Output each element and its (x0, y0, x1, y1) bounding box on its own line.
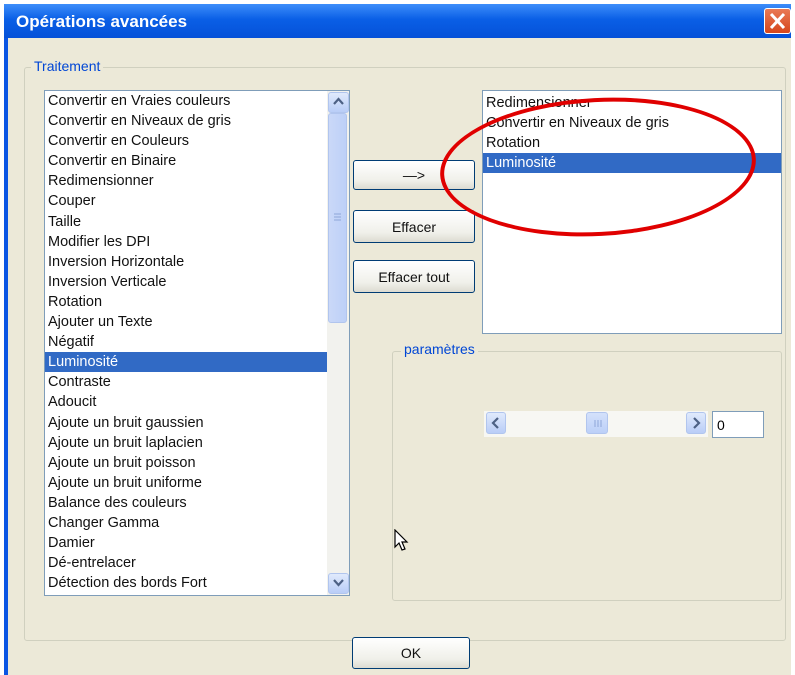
scroll-down-button[interactable] (328, 573, 349, 594)
window-title: Opérations avancées (16, 12, 188, 31)
grip-icon (594, 420, 602, 427)
list-item[interactable]: Rotation (45, 292, 328, 312)
list-item[interactable]: Ajoute un bruit laplacien (45, 433, 328, 453)
list-item[interactable]: Négatif (45, 332, 328, 352)
close-icon (769, 12, 786, 30)
list-item[interactable]: Convertir en Couleurs (45, 131, 328, 151)
slider-right-button[interactable] (686, 412, 706, 434)
ok-button[interactable]: OK (352, 637, 470, 669)
list-item[interactable]: Inversion Verticale (45, 272, 328, 292)
list-item[interactable]: Taille (45, 212, 328, 232)
list-item[interactable]: Damier (45, 533, 328, 553)
parameter-value-input[interactable] (712, 411, 764, 438)
list-item[interactable]: Ajoute un bruit gaussien (45, 413, 328, 433)
scroll-thumb[interactable] (328, 113, 347, 323)
list-item[interactable]: Convertir en Niveaux de gris (45, 111, 328, 131)
parameter-slider[interactable] (484, 411, 708, 437)
effacer-tout-button[interactable]: Effacer tout (353, 260, 475, 293)
parametres-legend: paramètres (401, 341, 478, 357)
slider-left-button[interactable] (486, 412, 506, 434)
operations-listbox[interactable]: Convertir en Vraies couleurs Convertir e… (44, 90, 350, 596)
scroll-up-button[interactable] (328, 92, 349, 113)
list-item[interactable]: Adoucit (45, 392, 328, 412)
operations-scrollbar[interactable] (327, 91, 349, 595)
list-item[interactable]: Convertir en Vraies couleurs (45, 91, 328, 111)
chevron-up-icon (333, 97, 344, 105)
list-item[interactable]: Changer Gamma (45, 513, 328, 533)
traitement-legend: Traitement (31, 58, 104, 74)
slider-thumb[interactable] (586, 412, 608, 434)
chevron-down-icon (333, 579, 344, 587)
list-item[interactable]: Ajoute un bruit poisson (45, 453, 328, 473)
list-item[interactable]: Détection des bords Fort (45, 573, 328, 593)
list-item[interactable]: Modifier les DPI (45, 232, 328, 252)
parametres-groupbox (392, 351, 782, 601)
list-item[interactable]: Ajoute un bruit uniforme (45, 473, 328, 493)
list-item[interactable]: Inversion Horizontale (45, 252, 328, 272)
grip-icon (334, 213, 341, 221)
list-item[interactable]: Redimensionner (45, 171, 328, 191)
chevron-right-icon (693, 417, 701, 429)
dialog-window: Opérations avancées Traitement Convertir… (4, 4, 791, 675)
effacer-button[interactable]: Effacer (353, 210, 475, 243)
mouse-pointer-icon (394, 529, 409, 551)
list-item[interactable]: Convertir en Binaire (45, 151, 328, 171)
operations-list: Convertir en Vraies couleurs Convertir e… (45, 91, 328, 593)
dialog-client-area: Traitement Convertir en Vraies couleurs … (8, 38, 791, 675)
chevron-left-icon (491, 417, 499, 429)
close-button[interactable] (764, 8, 791, 34)
list-item[interactable]: Couper (45, 191, 328, 211)
title-bar: Opérations avancées (4, 4, 791, 38)
list-item[interactable]: Ajouter un Texte (45, 312, 328, 332)
list-item[interactable]: Contraste (45, 372, 328, 392)
list-item-selected[interactable]: Luminosité (45, 352, 328, 373)
list-item[interactable]: Dé-entrelacer (45, 553, 328, 573)
list-item[interactable]: Balance des couleurs (45, 493, 328, 513)
